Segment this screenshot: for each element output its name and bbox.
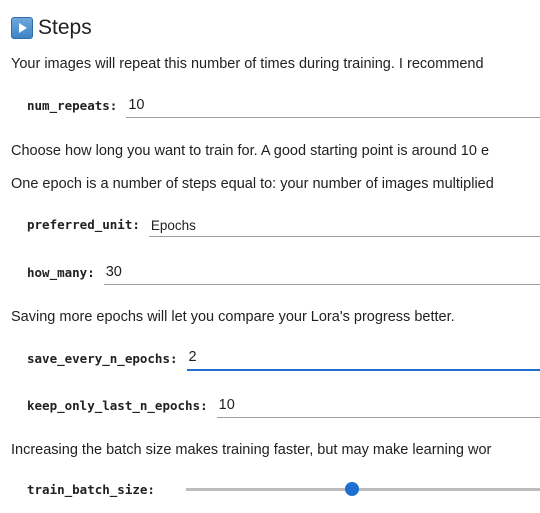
epoch-description: One epoch is a number of steps equal to:… (11, 176, 494, 192)
how-many-input[interactable] (103, 261, 540, 285)
save-every-n-epochs-input[interactable] (186, 347, 540, 371)
preferred-unit-label: preferred_unit: (27, 217, 140, 232)
save-description: Saving more epochs will let you compare … (11, 309, 455, 325)
duration-description: Choose how long you want to train for. A… (11, 143, 490, 159)
batch-description: Increasing the batch size makes training… (11, 442, 492, 458)
play-button-icon (11, 17, 33, 39)
train-batch-size-slider-thumb[interactable] (345, 482, 360, 496)
num-repeats-label: num_repeats: (27, 98, 118, 113)
keep-only-last-n-epochs-field: keep_only_last_n_epochs: (27, 392, 540, 418)
how-many-field: how_many: (27, 259, 540, 285)
how-many-label: how_many: (27, 265, 95, 280)
keep-only-last-n-epochs-input[interactable] (216, 394, 540, 418)
train-batch-size-slider-track[interactable] (186, 488, 540, 491)
keep-only-last-n-epochs-label: keep_only_last_n_epochs: (27, 398, 208, 413)
num-repeats-field: num_repeats: (27, 92, 540, 118)
save-every-n-epochs-label: save_every_n_epochs: (27, 351, 178, 366)
repeat-description: Your images will repeat this number of t… (11, 56, 484, 72)
train-batch-size-field: train_batch_size: (27, 476, 164, 502)
preferred-unit-select[interactable]: Epochs (148, 213, 540, 237)
section-heading: Steps (11, 14, 92, 42)
preferred-unit-field: preferred_unit: Epochs (27, 211, 540, 237)
preferred-unit-value: Epochs (150, 218, 196, 233)
section-title: Steps (38, 16, 92, 39)
save-every-n-epochs-field: save_every_n_epochs: (27, 345, 540, 371)
train-batch-size-label: train_batch_size: (27, 482, 155, 497)
num-repeats-input[interactable] (126, 94, 540, 118)
